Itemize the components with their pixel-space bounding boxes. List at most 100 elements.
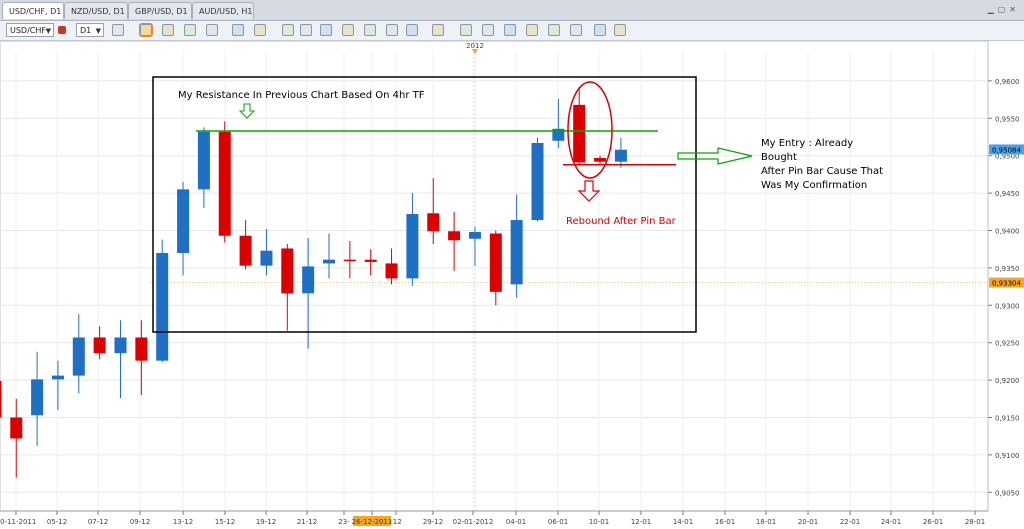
trendline-icon[interactable] <box>482 24 494 36</box>
tab-label: USD/CHF, D1 <box>9 7 62 16</box>
y-tick-label: 0,9550 <box>995 115 1020 123</box>
timeframe-select[interactable]: D1 ▼ <box>76 23 104 37</box>
x-tick-label: 29-12 <box>423 518 443 526</box>
x-tick-label: 19-12 <box>256 518 276 526</box>
tab-label: NZD/USD, D1 <box>71 7 125 16</box>
arrow-icon[interactable] <box>548 24 560 36</box>
channel-icon[interactable] <box>504 24 516 36</box>
period-separator-icon[interactable] <box>254 24 266 36</box>
y-tick-label: 0,9450 <box>995 190 1020 198</box>
price-tag-label: 0,93304 <box>992 280 1021 288</box>
x-tick-label: 30-11-2011 <box>0 518 36 526</box>
ellipse-icon[interactable] <box>526 24 538 36</box>
fibonacci-icon[interactable] <box>432 24 444 36</box>
tab-usdchf[interactable]: USD/CHF, D1 <box>2 2 64 19</box>
candle-body <box>72 337 85 376</box>
symbol-select[interactable]: USD/CHF ▼ <box>6 23 54 37</box>
year-label: 2012 <box>466 42 484 50</box>
candle-body <box>427 213 440 232</box>
entry-note-line: Bought <box>761 152 797 163</box>
entry-note-line: My Entry : Already <box>761 138 853 149</box>
timeframe-value: D1 <box>80 26 92 35</box>
picture-icon[interactable] <box>406 24 418 36</box>
candle-body <box>51 375 64 380</box>
zoom-in-icon[interactable] <box>184 24 196 36</box>
candle-body <box>260 250 273 266</box>
candle-body <box>448 231 461 241</box>
candle-chart-icon[interactable] <box>139 23 153 37</box>
candle <box>156 239 169 363</box>
x-tick-label: 24-01 <box>881 518 901 526</box>
symbol-value: USD/CHF <box>10 26 46 35</box>
pencil-icon[interactable] <box>570 24 582 36</box>
window-controls[interactable]: ▁▢✕ <box>988 5 1020 14</box>
x-tick-label: 05-12 <box>47 518 67 526</box>
chart-toolbar: USD/CHF ▼ D1 ▼ <box>0 21 1024 41</box>
candle-body <box>239 235 252 266</box>
x-tick-label: 16-01 <box>715 518 735 526</box>
candle-body <box>177 189 190 253</box>
candle-body <box>343 259 356 262</box>
line-chart-icon[interactable] <box>162 24 174 36</box>
candle-body <box>197 131 210 190</box>
candle-body <box>594 157 607 162</box>
eraser-icon[interactable] <box>342 24 354 36</box>
y-tick-label: 0,9400 <box>995 228 1020 236</box>
candle-body <box>406 214 419 279</box>
x-tick-label: -12 <box>390 518 401 526</box>
box-label: My Resistance In Previous Chart Based On… <box>178 90 425 101</box>
eraser-small-icon[interactable] <box>594 24 606 36</box>
crosshair-icon[interactable] <box>364 24 376 36</box>
x-tick-label: 12-01 <box>631 518 651 526</box>
x-tick-label: 02-01-2012 <box>453 518 494 526</box>
y-tick-label: 0,9150 <box>995 415 1020 423</box>
tab-nzdusd[interactable]: NZD/USD, D1 <box>64 2 128 19</box>
tab-gbpusd[interactable]: GBP/USD, D1 <box>128 2 192 19</box>
x-tick-label: 07-12 <box>88 518 108 526</box>
candle-body <box>573 104 586 163</box>
tab-label: GBP/USD, D1 <box>135 7 188 16</box>
candle-body <box>531 143 544 221</box>
candle-body <box>489 233 502 292</box>
time-axis: 30-11-2011 05-12 07-12 09-12 13-12 15-12 19-12… <box>0 510 988 526</box>
candlestick-chart[interactable]: 2012 My Resistance In Previous Chart Bas… <box>0 41 1024 529</box>
properties-icon[interactable] <box>300 24 312 36</box>
chevron-down-icon: ▼ <box>95 27 101 35</box>
y-tick-label: 0,9350 <box>995 265 1020 273</box>
candle-body <box>281 248 294 294</box>
chevron-down-icon: ▼ <box>45 27 51 35</box>
candle <box>218 121 231 243</box>
pitchfork-icon[interactable] <box>460 24 472 36</box>
candle-body <box>323 259 335 264</box>
x-tick-label: 28-01 <box>965 518 985 526</box>
zoom-out-icon[interactable] <box>206 24 218 36</box>
x-tick-label: 04-01 <box>506 518 526 526</box>
text-label-icon[interactable] <box>386 24 398 36</box>
candle-body <box>385 263 398 279</box>
y-tick-label: 0,9600 <box>995 78 1020 86</box>
candle <box>531 137 544 222</box>
candle-body <box>218 131 231 236</box>
flag-icon[interactable] <box>58 26 66 34</box>
entry-note-line: After Pin Bar Cause That <box>761 166 883 177</box>
x-tick-label: 22-01 <box>840 518 860 526</box>
candle-body <box>0 380 2 418</box>
price-tag-label: 0,95084 <box>992 146 1021 154</box>
x-tick-label: 10-01 <box>589 518 609 526</box>
x-tick-label: 20-01 <box>798 518 818 526</box>
rebound-label: Rebound After Pin Bar <box>566 216 677 227</box>
grid-icon[interactable] <box>232 24 244 36</box>
candle-body <box>302 266 315 294</box>
x-tick-label: 23- <box>338 518 350 526</box>
close-icon[interactable] <box>614 24 626 36</box>
x-tick-label: 14-01 <box>673 518 693 526</box>
refresh-icon[interactable] <box>320 24 332 36</box>
candle-body <box>468 232 481 239</box>
candle-body <box>156 252 169 361</box>
entry-note-line: Was My Confirmation <box>761 180 867 191</box>
bar-chart-icon[interactable] <box>112 24 124 36</box>
x-tick-label: 26-01 <box>923 518 943 526</box>
template-icon[interactable] <box>282 24 294 36</box>
tab-audusd[interactable]: AUD/USD, H1 <box>192 2 254 19</box>
y-tick-label: 0,9250 <box>995 340 1020 348</box>
